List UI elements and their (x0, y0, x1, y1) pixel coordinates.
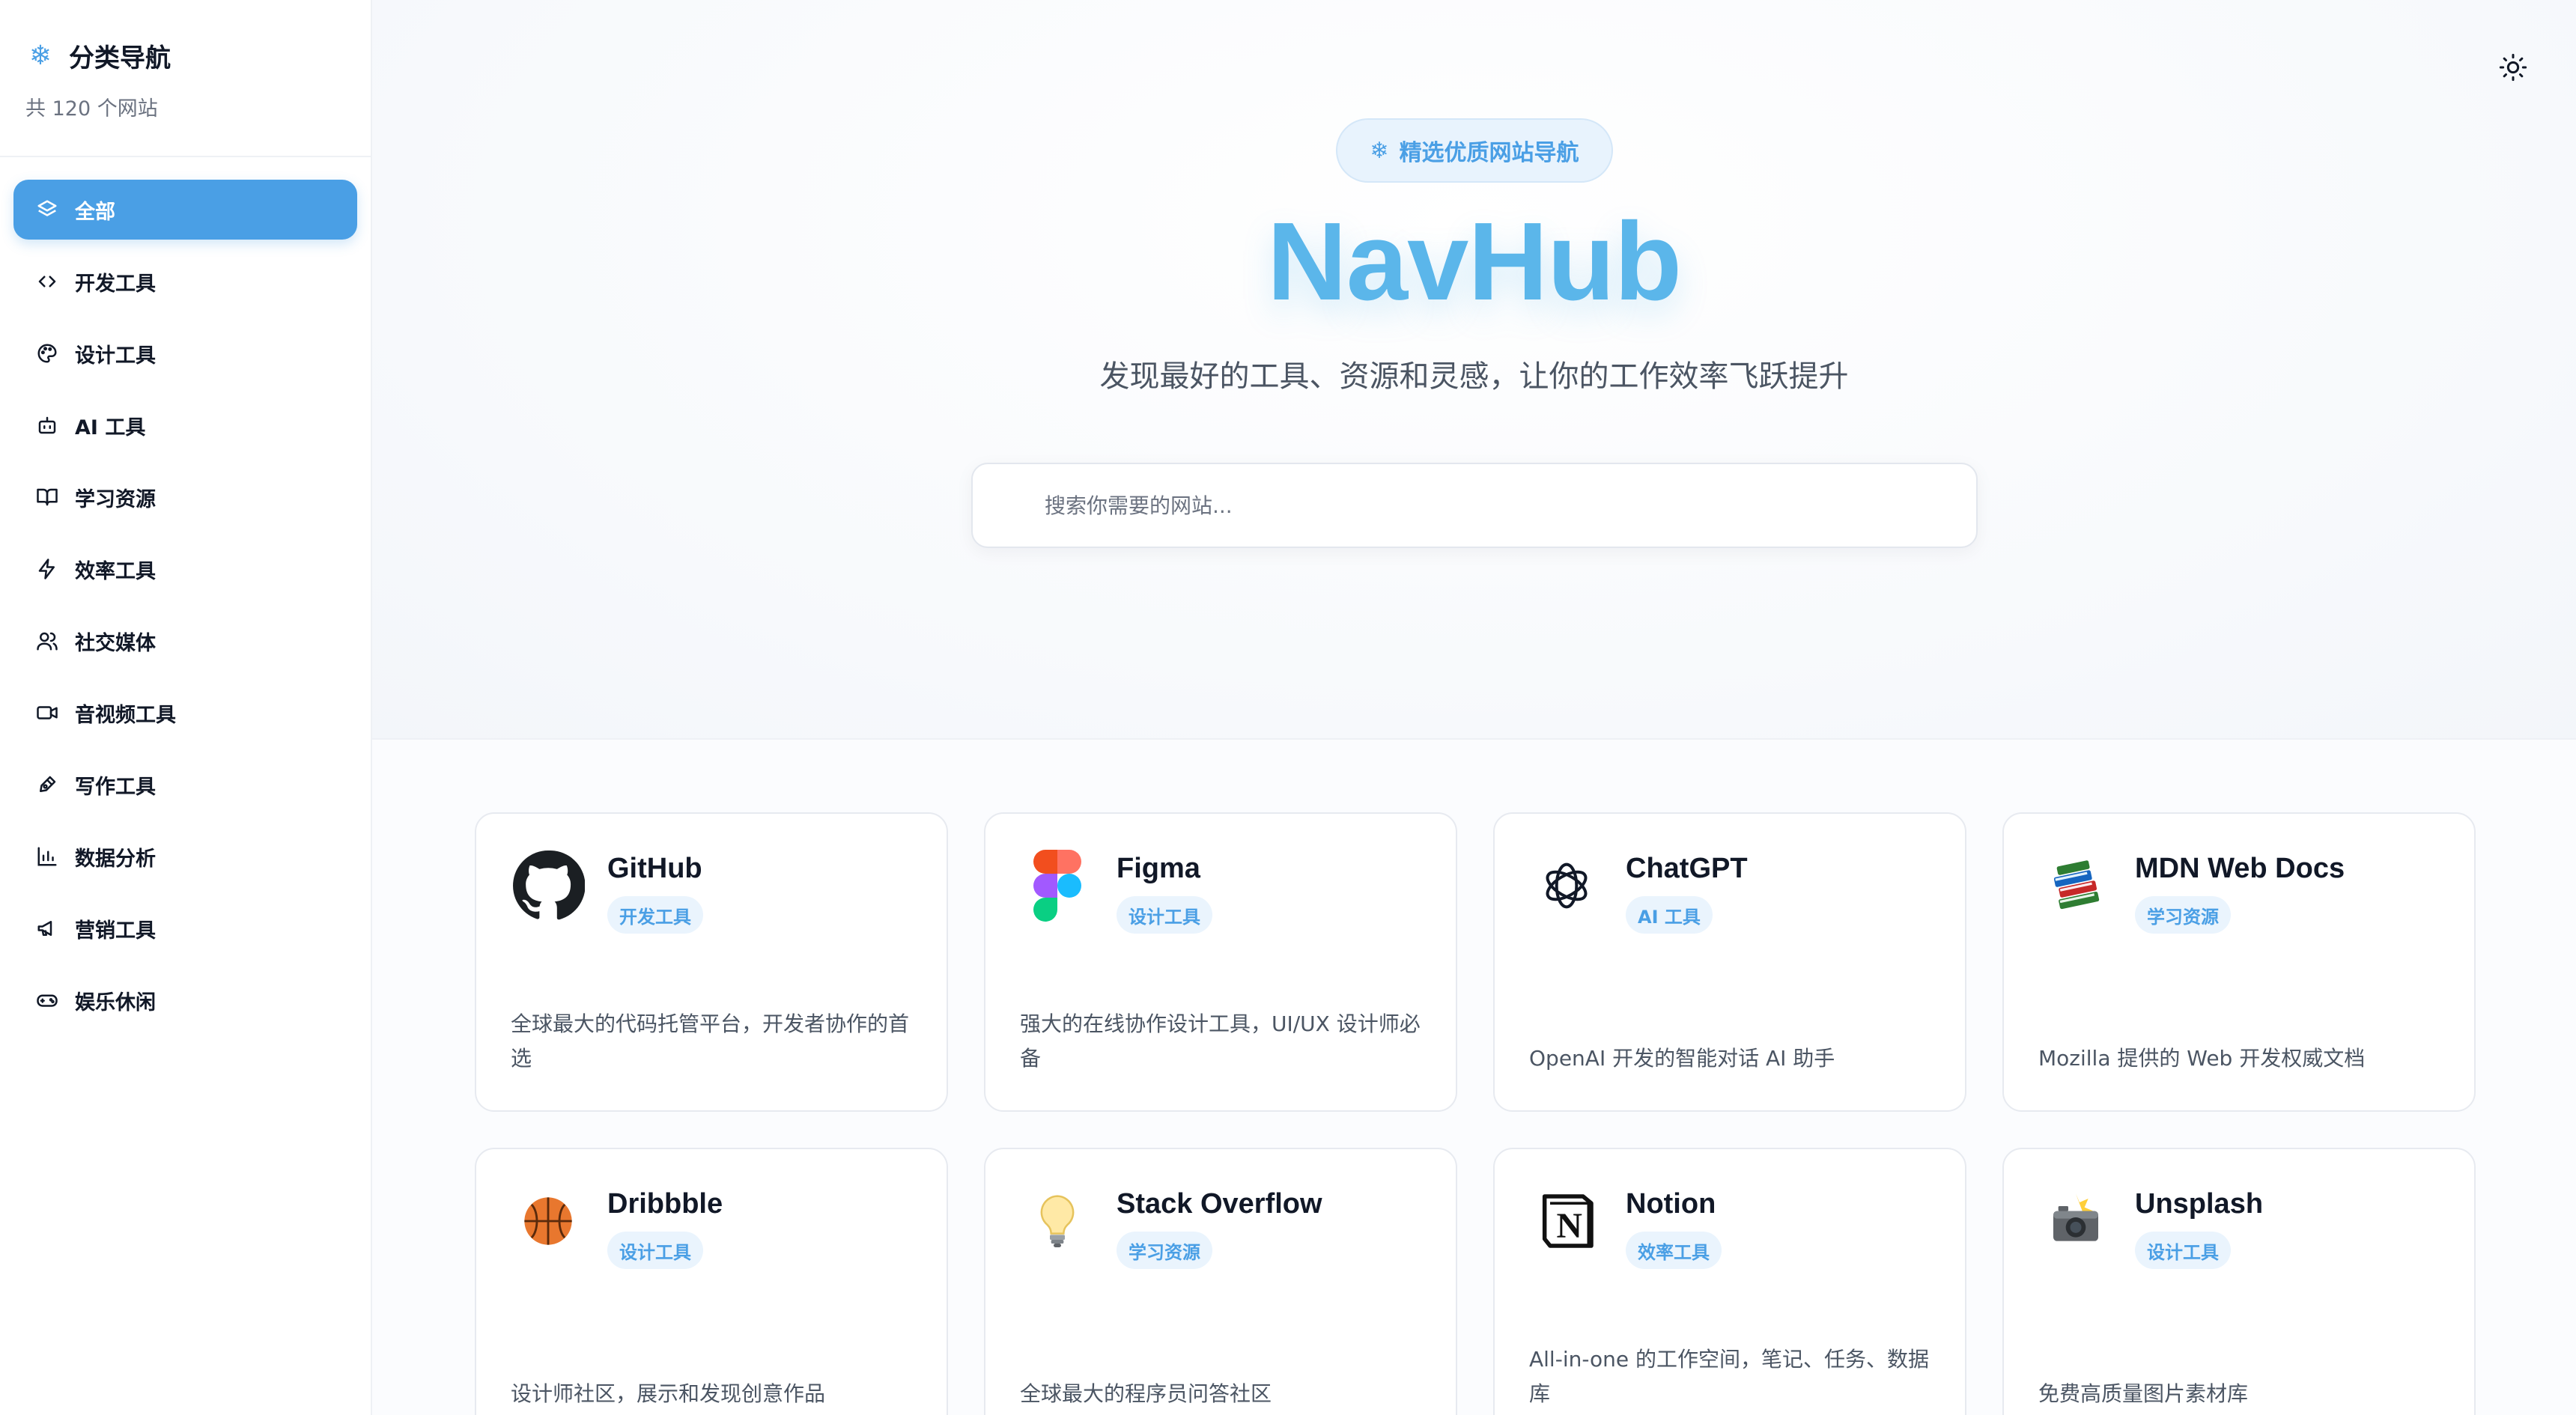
site-name: Figma (1117, 853, 1200, 884)
hero-section: ❄ 精选优质网站导航 NavHub 发现最好的工具、资源和灵感，让你的工作效率飞… (372, 0, 2576, 740)
site-card-dribbble[interactable]: Dribbble 设计工具 设计师社区，展示和发现创意作品 (475, 1148, 948, 1415)
hero-badge-text: 精选优质网站导航 (1399, 140, 1579, 166)
sidebar-item-label: 写作工具 (75, 775, 156, 799)
sidebar-item-label: 效率工具 (75, 559, 156, 583)
sidebar-item-all[interactable]: 全部 (13, 180, 357, 240)
basketball-icon (511, 1184, 586, 1259)
hero-subtitle: 发现最好的工具、资源和灵感，让你的工作效率飞跃提升 (1099, 359, 1849, 394)
site-name: MDN Web Docs (2135, 853, 2345, 884)
snowflake-icon: ❄ (28, 40, 52, 71)
site-card-chatgpt[interactable]: ChatGPT AI 工具 OpenAI 开发的智能对话 AI 助手 (1493, 812, 1966, 1112)
category-tag: 设计工具 (607, 1232, 703, 1269)
github-icon (511, 848, 586, 923)
site-card-unsplash[interactable]: Unsplash 设计工具 免费高质量图片素材库 (2002, 1148, 2476, 1415)
site-name: GitHub (607, 853, 702, 884)
users-icon (37, 632, 58, 651)
category-tag: 开发工具 (607, 896, 703, 934)
camera-flash-icon (2038, 1184, 2113, 1259)
category-tag: 设计工具 (2135, 1232, 2231, 1269)
site-description: 全球最大的程序员问答社区 (1020, 1381, 1272, 1406)
sidebar-item-label: 社交媒体 (75, 631, 156, 655)
sidebar-item-label: 数据分析 (75, 847, 156, 871)
site-description: Mozilla 提供的 Web 开发权威文档 (2038, 1046, 2366, 1071)
svg-text:N: N (1556, 1207, 1582, 1246)
site-card-github[interactable]: GitHub 开发工具 全球最大的代码托管平台，开发者协作的首选 (475, 812, 948, 1112)
category-tag: 设计工具 (1117, 896, 1212, 934)
category-tag: 效率工具 (1626, 1232, 1722, 1269)
sidebar-title-text: 分类导航 (69, 43, 171, 73)
sidebar-item-label: 开发工具 (75, 272, 156, 296)
site-name: Stack Overflow (1117, 1188, 1322, 1220)
site-description: 强大的在线协作设计工具，UI/UX 设计师必备 (1020, 1011, 1421, 1071)
sidebar-item-marketing[interactable]: 营销工具 (13, 898, 357, 958)
category-tag: 学习资源 (1117, 1232, 1212, 1269)
book-icon (37, 488, 58, 506)
site-name: ChatGPT (1626, 853, 1748, 884)
site-name: Notion (1626, 1188, 1716, 1220)
code-icon (38, 276, 56, 287)
sidebar-item-label: 设计工具 (75, 344, 156, 368)
zap-icon (38, 559, 55, 579)
site-name: Dribbble (607, 1188, 723, 1220)
sun-icon (2499, 53, 2527, 82)
figma-icon (1020, 848, 1095, 923)
sidebar-item-label: 娱乐休闲 (75, 990, 156, 1014)
theme-toggle-button[interactable] (2498, 52, 2528, 82)
sidebar-item-label: 全部 (75, 200, 115, 224)
sidebar-title: ❄ 分类导航 (25, 37, 371, 74)
site-count: 共 120 个网站 (25, 97, 158, 121)
site-description: All-in-one 的工作空间，笔记、任务、数据库 (1529, 1347, 1929, 1406)
site-description: 全球最大的代码托管平台，开发者协作的首选 (511, 1011, 910, 1071)
site-description: 免费高质量图片素材库 (2038, 1381, 2249, 1406)
sidebar-item-label: 音视频工具 (75, 703, 176, 727)
hero-title: NavHub (1266, 200, 1682, 323)
site-card-mdn[interactable]: MDN Web Docs 学习资源 Mozilla 提供的 Web 开发权威文档 (2002, 812, 2476, 1112)
video-icon (37, 706, 58, 719)
category-tag: 学习资源 (2135, 896, 2231, 934)
megaphone-icon (37, 921, 52, 936)
sidebar: ❄ 分类导航 共 120 个网站 全部 开发工具 设计工具 AI 工具 学习资源… (0, 0, 372, 1415)
bot-icon (38, 416, 56, 434)
site-card-figma[interactable]: Figma 设计工具 强大的在线协作设计工具，UI/UX 设计师必备 (984, 812, 1457, 1112)
sidebar-item-data-analysis[interactable]: 数据分析 (13, 827, 357, 886)
main-content: ❄ 精选优质网站导航 NavHub 发现最好的工具、资源和灵感，让你的工作效率飞… (372, 0, 2576, 1415)
sidebar-item-ai-tools[interactable]: AI 工具 (13, 395, 357, 455)
category-nav: 全部 开发工具 设计工具 AI 工具 学习资源 效率工具 社交媒体 音视频工具 (0, 157, 371, 1030)
site-description: OpenAI 开发的智能对话 AI 助手 (1529, 1046, 1835, 1071)
sidebar-item-media[interactable]: 音视频工具 (13, 683, 357, 743)
search-box (971, 463, 1978, 548)
sidebar-item-label: 学习资源 (75, 487, 156, 511)
snowflake-icon: ❄ (1370, 137, 1389, 164)
sidebar-item-learning[interactable]: 学习资源 (13, 467, 357, 527)
sidebar-item-design-tools[interactable]: 设计工具 (13, 323, 357, 383)
category-tag: AI 工具 (1626, 896, 1713, 934)
site-card-stack-overflow[interactable]: Stack Overflow 学习资源 全球最大的程序员问答社区 (984, 1148, 1457, 1415)
layers-icon (37, 200, 57, 216)
sidebar-item-label: AI 工具 (75, 416, 146, 439)
gamepad-icon (37, 994, 58, 1007)
pen-tool-icon (40, 776, 56, 792)
sidebar-item-social[interactable]: 社交媒体 (13, 611, 357, 671)
sidebar-item-dev-tools[interactable]: 开发工具 (13, 252, 357, 311)
sidebar-item-entertainment[interactable]: 娱乐休闲 (13, 970, 357, 1030)
site-card-notion[interactable]: N Notion 效率工具 All-in-one 的工作空间，笔记、任务、数据库 (1493, 1148, 1966, 1415)
palette-icon (37, 344, 57, 363)
hero-badge: ❄ 精选优质网站导航 (1336, 118, 1613, 183)
search-input[interactable] (1045, 493, 1976, 518)
books-icon (2038, 848, 2113, 923)
sidebar-item-writing[interactable]: 写作工具 (13, 755, 357, 815)
site-name: Unsplash (2135, 1188, 2264, 1220)
bar-chart-icon (37, 847, 57, 866)
notion-icon: N (1529, 1184, 1604, 1259)
openai-icon (1529, 848, 1604, 923)
sidebar-item-label: 营销工具 (75, 919, 156, 943)
sidebar-header: ❄ 分类导航 共 120 个网站 (0, 0, 371, 157)
lightbulb-icon (1020, 1184, 1095, 1259)
site-description: 设计师社区，展示和发现创意作品 (511, 1381, 826, 1406)
sidebar-item-productivity[interactable]: 效率工具 (13, 539, 357, 599)
